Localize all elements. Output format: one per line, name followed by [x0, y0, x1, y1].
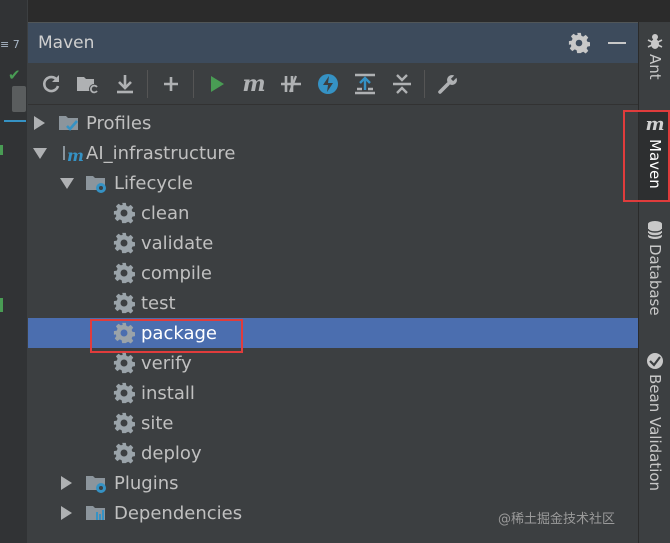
gear-icon: [113, 232, 135, 254]
maven-goal-icon[interactable]: m: [241, 71, 267, 97]
editor-gutter: ≡ 7 ✔: [0, 0, 28, 543]
gear-icon: [113, 352, 135, 374]
plus-icon[interactable]: [158, 71, 184, 97]
watermark: @稀土掘金技术社区: [498, 512, 616, 527]
gear-icon: [113, 442, 135, 464]
gear-icon: [113, 382, 135, 404]
maven-toolbar: m: [28, 63, 638, 105]
check-icon: ✔: [8, 66, 21, 84]
tree-label: Profiles: [86, 112, 152, 134]
settings-wrench-icon[interactable]: [435, 71, 461, 97]
profiles-folder-icon: [59, 116, 78, 131]
lifecycle-goal-install[interactable]: install: [28, 378, 638, 408]
goal-label: compile: [141, 262, 212, 284]
run-icon[interactable]: [204, 71, 230, 97]
tree-label: Dependencies: [114, 502, 243, 524]
reload-icon[interactable]: [38, 71, 64, 97]
sidebar-tab-label: Bean Validation: [646, 374, 664, 492]
collapse-arrow-icon[interactable]: [60, 177, 74, 189]
expand-arrow-icon[interactable]: [34, 116, 45, 130]
lifecycle-goal-package[interactable]: package: [28, 318, 638, 353]
maven-project-icon: m: [63, 146, 83, 164]
gear-icon: [113, 322, 135, 344]
gutter-line-info: ≡ 7: [0, 38, 20, 51]
ant-icon: [647, 34, 663, 49]
change-marker: [0, 298, 3, 312]
maven-project-tree: Profiles m AI_infrastructure Lifecycle c…: [28, 108, 638, 528]
goal-label: validate: [141, 232, 214, 254]
toolbar-separator: [424, 69, 425, 98]
toolbar-separator: [147, 69, 148, 98]
tree-label: AI_infrastructure: [86, 142, 236, 164]
lifecycle-goal-clean[interactable]: clean: [28, 198, 638, 228]
goal-label: test: [141, 292, 176, 314]
lifecycle-goal-compile[interactable]: compile: [28, 258, 638, 288]
plugins-folder-icon: [86, 476, 106, 493]
add-folder-icon[interactable]: [75, 71, 101, 97]
toolbar-separator: [193, 69, 194, 98]
sidebar-tab-label: Database: [646, 244, 664, 316]
show-dependencies-icon[interactable]: [352, 71, 378, 97]
panel-title: Maven: [38, 33, 95, 53]
goal-label: deploy: [141, 442, 202, 464]
sidebar-tab-ant[interactable]: Ant: [639, 32, 670, 102]
collapse-all-icon[interactable]: [389, 71, 415, 97]
gear-icon: [113, 202, 135, 224]
minimize-icon[interactable]: [608, 42, 626, 44]
sidebar-tab-bean-validation[interactable]: Bean Validation: [639, 352, 670, 512]
lifecycle-goal-verify[interactable]: verify: [28, 348, 638, 378]
svg-text:m: m: [67, 146, 83, 164]
gutter-marker-line: [4, 120, 26, 122]
change-marker: [0, 145, 3, 155]
lifecycle-goal-deploy[interactable]: deploy: [28, 438, 638, 468]
panel-header: Maven: [28, 23, 638, 63]
goal-label: verify: [141, 352, 192, 374]
dependencies-folder-icon: [86, 506, 105, 520]
tree-label: Plugins: [114, 472, 179, 494]
gear-icon: [113, 262, 135, 284]
right-tool-window-bar: Ant m Maven Database Bean Validation: [623, 22, 670, 543]
bean-validation-icon: [647, 353, 663, 369]
sidebar-tab-label: Ant: [646, 54, 664, 80]
lifecycle-goal-validate[interactable]: validate: [28, 228, 638, 258]
lifecycle-folder-icon: [86, 176, 106, 193]
database-icon: [647, 221, 663, 239]
gear-icon[interactable]: [568, 32, 590, 54]
tree-node-profiles[interactable]: Profiles: [28, 108, 638, 138]
lifecycle-goal-test[interactable]: test: [28, 288, 638, 318]
tree-label: Lifecycle: [114, 172, 193, 194]
sidebar-tab-database[interactable]: Database: [639, 220, 670, 330]
goal-label: install: [141, 382, 195, 404]
gutter-scrollbar[interactable]: [12, 86, 26, 112]
maven-tool-window: Maven m Profiles m AI_infrastructure Lif…: [28, 22, 638, 543]
goal-label: clean: [141, 202, 190, 224]
toggle-offline-icon[interactable]: [278, 71, 304, 97]
tree-node-project[interactable]: m AI_infrastructure: [28, 138, 638, 168]
goal-label: site: [141, 412, 174, 434]
download-icon[interactable]: [112, 71, 138, 97]
collapse-arrow-icon[interactable]: [33, 147, 47, 159]
tree-node-lifecycle[interactable]: Lifecycle: [28, 168, 638, 198]
highlight-box: [623, 110, 670, 202]
skip-tests-icon[interactable]: [315, 71, 341, 97]
expand-arrow-icon[interactable]: [61, 506, 72, 520]
goal-label: package: [141, 322, 217, 344]
gear-icon: [113, 292, 135, 314]
lifecycle-goal-site[interactable]: site: [28, 408, 638, 438]
gear-icon: [113, 412, 135, 434]
expand-arrow-icon[interactable]: [61, 476, 72, 490]
tree-node-plugins[interactable]: Plugins: [28, 468, 638, 498]
